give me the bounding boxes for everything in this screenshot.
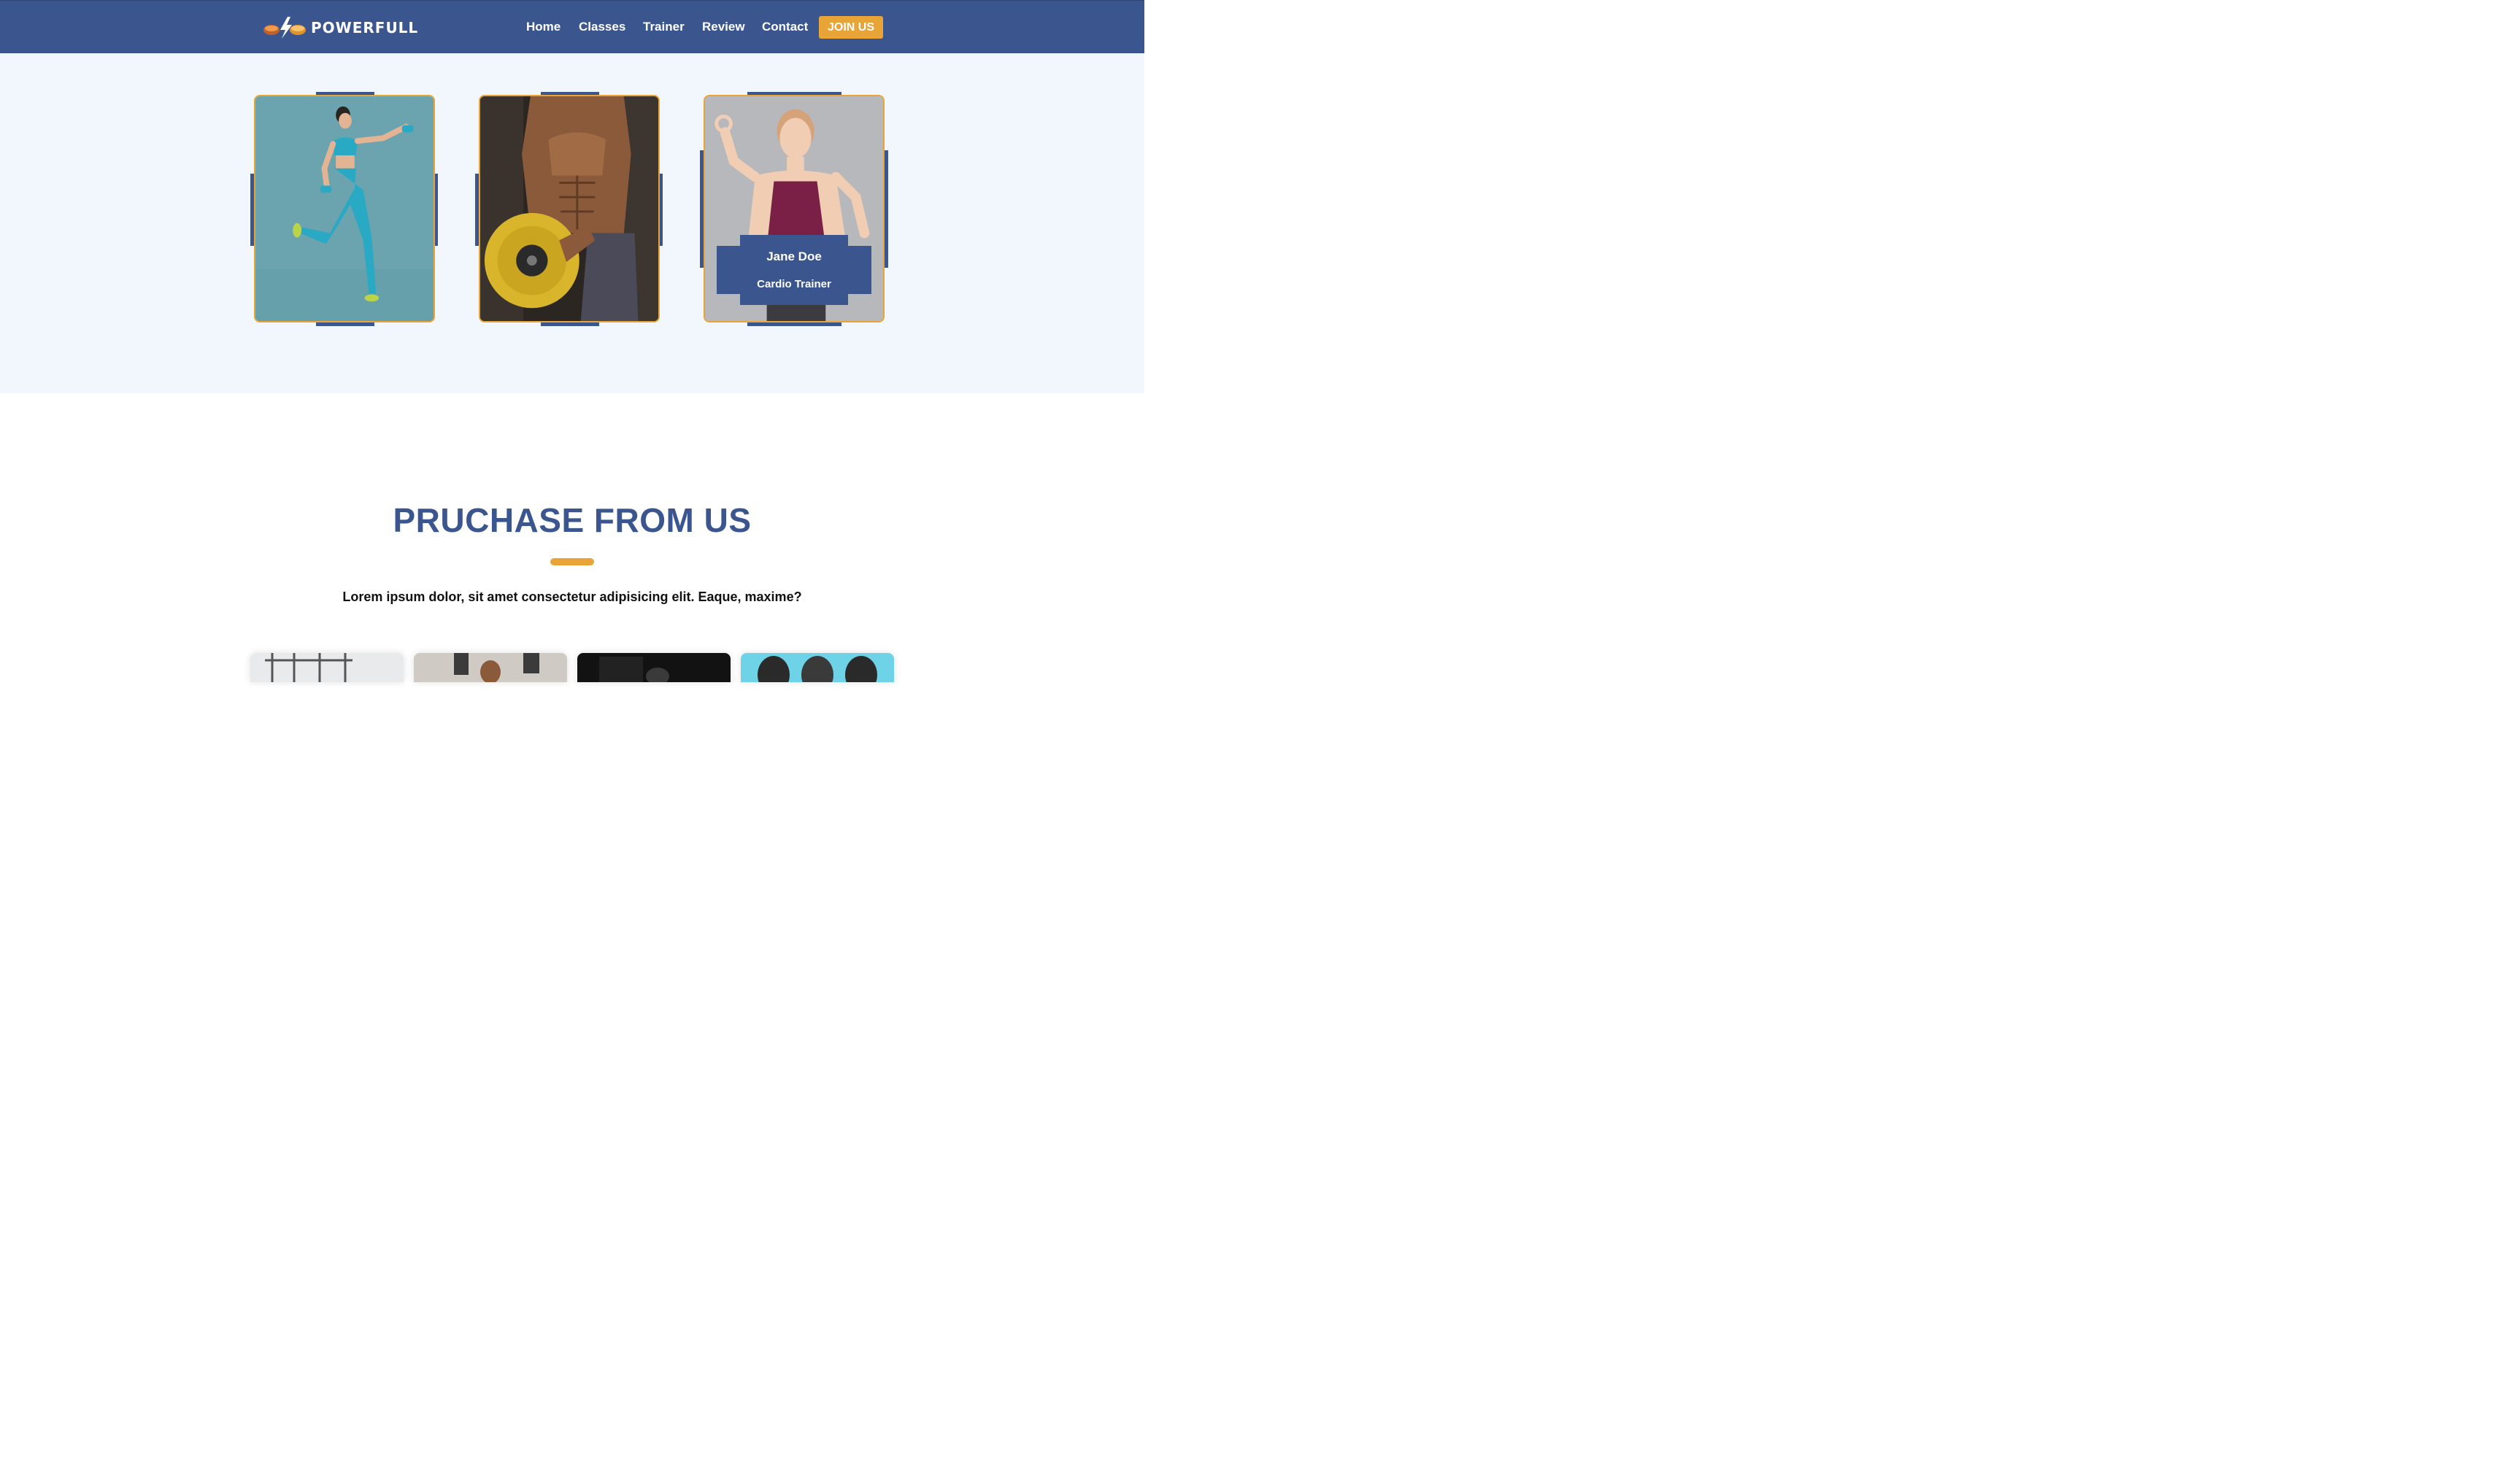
nav-link-contact[interactable]: Contact [762,20,808,34]
dumbbells-closeup-image[interactable] [741,653,894,682]
trainer-name: Jane Doe [766,250,822,263]
brand-logo[interactable]: POWERFULL [263,15,418,40]
join-us-button[interactable]: JOIN US [819,16,883,39]
title-underline [550,558,594,565]
trainer-role: Cardio Trainer [757,278,831,290]
nav-link-review[interactable]: Review [702,20,745,34]
section-description: Lorem ipsum dolor, sit amet consectetur … [342,590,802,604]
dark-gym-image[interactable] [577,653,731,682]
nav-link-classes[interactable]: Classes [579,20,625,34]
navbar: POWERFULL Home Classes Trainer Review Co… [0,0,1144,53]
brand-name: POWERFULL [311,19,419,36]
section-title: PRUCHASE FROM US [393,501,752,539]
nav-link-trainer[interactable]: Trainer [643,20,685,34]
nav-link-home[interactable]: Home [526,20,561,34]
bodybuilder-weight-plate-image [479,95,660,322]
trainer-boxing-image[interactable] [414,653,567,682]
gym-rack-image[interactable] [250,653,404,682]
dumbbell-bolt-icon [263,17,306,39]
runner-woman-dumbbells-image [254,95,435,322]
